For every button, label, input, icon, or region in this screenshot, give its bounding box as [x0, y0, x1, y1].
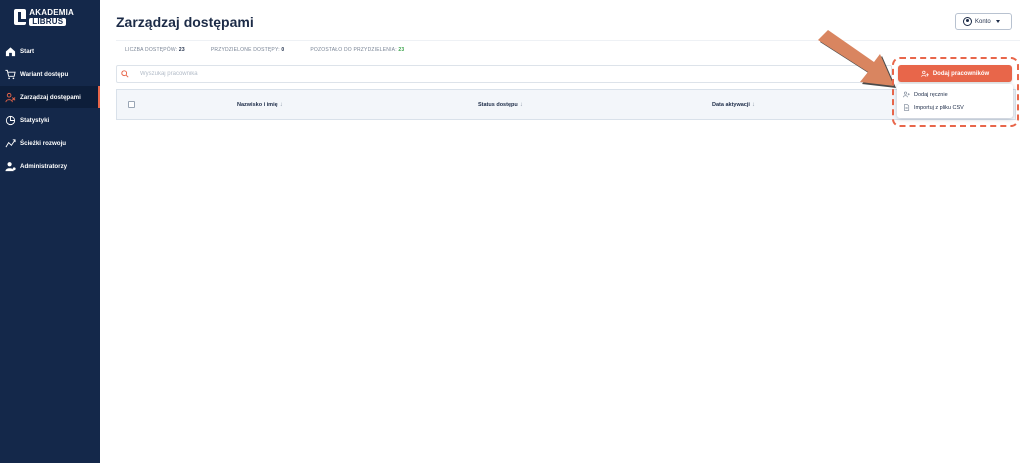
account-menu-button[interactable]: Konto [955, 13, 1012, 30]
user-circle-icon [963, 17, 972, 26]
column-header-status[interactable]: Status dostępu ↓ [478, 102, 523, 108]
stat-remaining-value: 23 [398, 46, 405, 53]
add-employees-label: Dodaj pracowników [932, 70, 990, 77]
add-employees-dropdown: Dodaj ręcznie Importuj z pliku CSV [897, 84, 1013, 118]
sidebar-item-label: Statystyki [20, 116, 50, 124]
sort-arrow-icon: ↓ [751, 102, 755, 108]
chart-icon [5, 115, 16, 126]
highlight-arrow-icon [818, 30, 896, 88]
stat-assigned: PRZYDZIELONE DOSTĘPY: 0 [211, 47, 285, 53]
column-header-name-label: Nazwisko i imię [237, 102, 278, 108]
sidebar-nav: Start Wariant dostępu Zarządzaj dostępam… [0, 40, 100, 178]
sidebar-item-label: Wariant dostępu [20, 70, 69, 78]
menu-item-label: Importuj z pliku CSV [914, 104, 964, 111]
sidebar-item-wariant-dostepu[interactable]: Wariant dostępu [0, 63, 100, 85]
users-icon [5, 92, 16, 103]
stat-remaining-label: POZOSTAŁO DO PRZYDZIELENIA: [310, 46, 397, 53]
add-users-icon [921, 70, 929, 77]
table-header: Nazwisko i imię ↓ Status dostępu ↓ Data … [116, 89, 1016, 120]
add-user-icon [903, 91, 910, 98]
sidebar-item-label: Start [20, 47, 35, 55]
column-header-activation-date[interactable]: Data aktywacji ↓ [712, 102, 755, 108]
select-all-checkbox[interactable] [128, 101, 135, 108]
file-icon [904, 104, 910, 111]
search-icon [121, 70, 129, 78]
logo-line-1: AKADEMIA [29, 7, 74, 17]
stat-assigned-value: 0 [281, 46, 285, 53]
sidebar-item-statystyki[interactable]: Statystyki [0, 109, 100, 131]
page-title: Zarządzaj dostępami [116, 14, 254, 30]
sidebar: AKADEMIA LIBRUS Start Wariant dostępu Za… [0, 0, 100, 463]
search-box [116, 65, 892, 83]
menu-item-import-csv[interactable]: Importuj z pliku CSV [897, 101, 1013, 114]
search-input[interactable] [140, 71, 740, 77]
sort-arrow-icon: ↓ [279, 102, 283, 108]
logo-line-2: LIBRUS [29, 17, 67, 26]
add-employees-button[interactable]: Dodaj pracowników [898, 65, 1012, 82]
stat-remaining: POZOSTAŁO DO PRZYDZIELENIA: 23 [310, 47, 404, 53]
sort-arrow-icon: ↓ [519, 102, 523, 108]
column-header-status-label: Status dostępu [478, 102, 518, 108]
stat-total: LICZBA DOSTĘPÓW: 23 [125, 47, 185, 53]
column-header-activation-date-label: Data aktywacji [712, 102, 750, 108]
account-label: Konto [975, 18, 991, 25]
menu-item-label: Dodaj ręcznie [914, 91, 948, 98]
stat-assigned-label: PRZYDZIELONE DOSTĘPY: [210, 46, 280, 53]
sidebar-item-administratorzy[interactable]: Administratorzy [0, 155, 100, 177]
column-header-name[interactable]: Nazwisko i imię ↓ [237, 102, 283, 108]
sidebar-item-sciezki-rozwoju[interactable]: Ścieżki rozwoju [0, 132, 100, 154]
sidebar-item-label: Administratorzy [20, 162, 68, 170]
sidebar-item-label: Zarządzaj dostępami [20, 93, 81, 101]
admin-icon [5, 161, 16, 172]
sidebar-item-label: Ścieżki rozwoju [20, 139, 67, 147]
logo-mark-icon [14, 9, 27, 25]
sidebar-item-zarzadzaj-dostepami[interactable]: Zarządzaj dostępami [0, 86, 100, 108]
menu-item-add-manually[interactable]: Dodaj ręcznie [897, 88, 1013, 101]
home-icon [5, 46, 16, 57]
stat-total-label: LICZBA DOSTĘPÓW: [125, 46, 178, 53]
cart-icon [5, 69, 16, 80]
path-icon [5, 138, 16, 149]
chevron-down-icon [995, 20, 1000, 23]
app-logo[interactable]: AKADEMIA LIBRUS [14, 8, 74, 26]
stat-total-value: 23 [178, 46, 185, 53]
sidebar-item-start[interactable]: Start [0, 40, 100, 62]
